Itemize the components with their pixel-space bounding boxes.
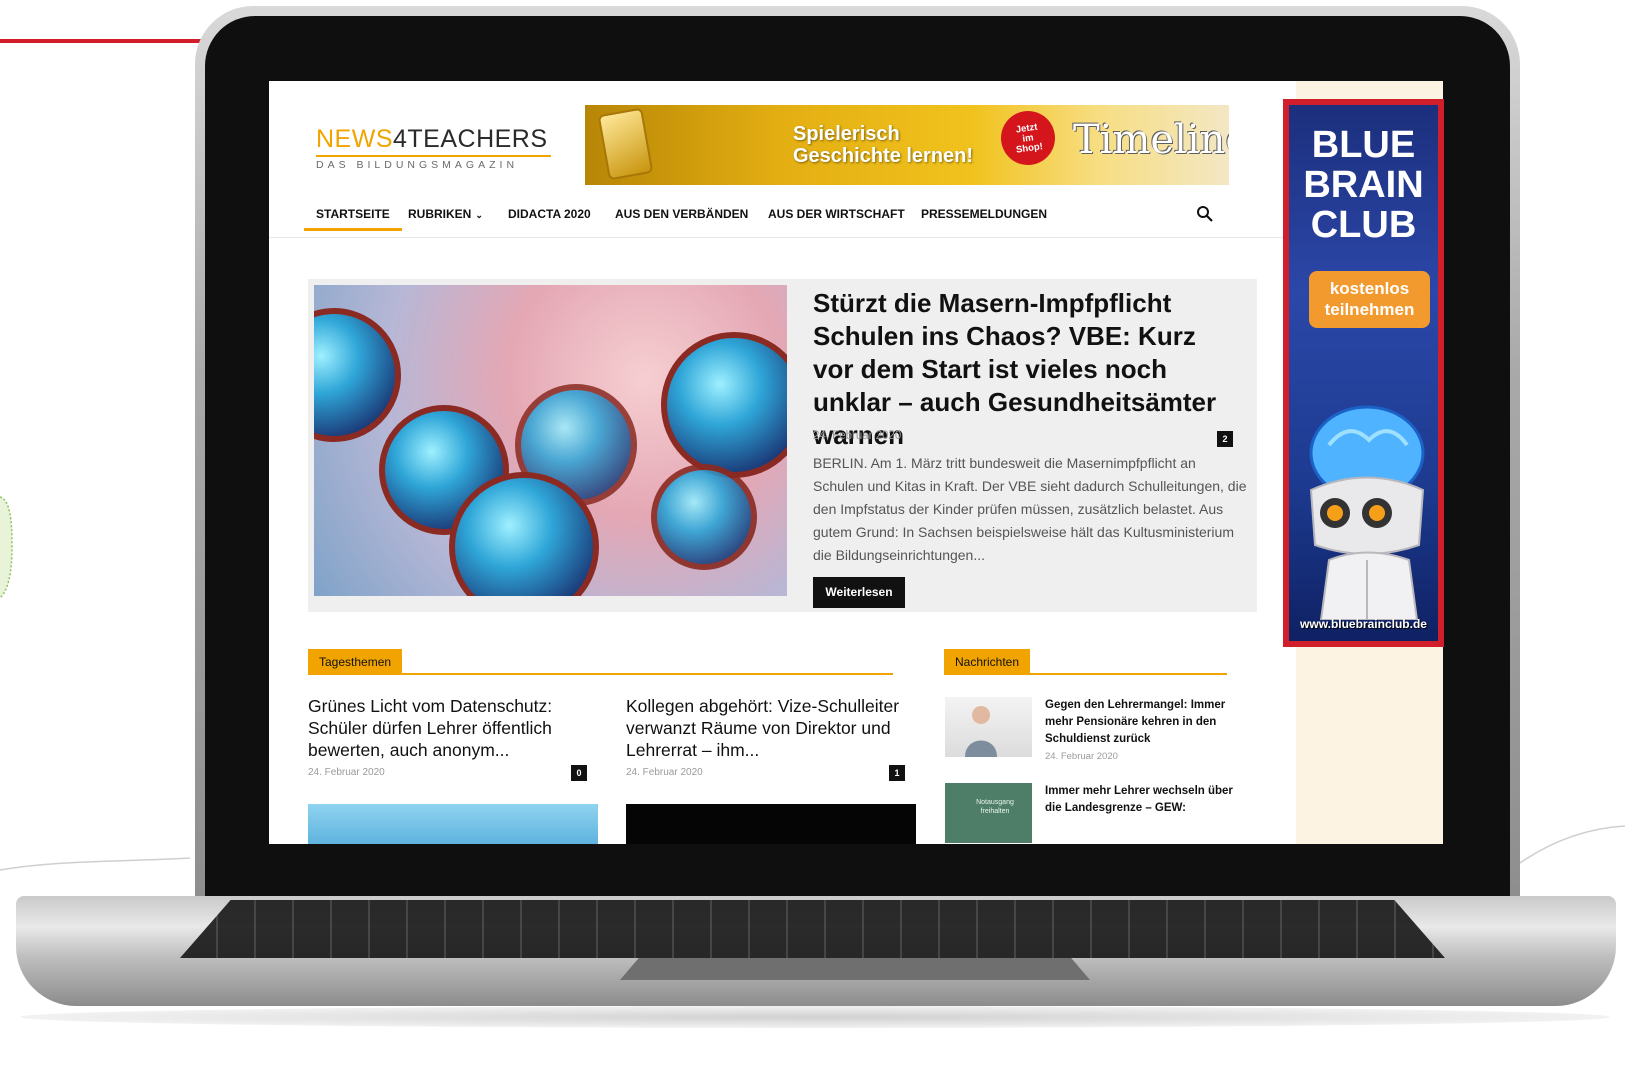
site-logo[interactable]: NEWS4TEACHERS DAS BILDUNGSMAGAZIN (316, 125, 556, 173)
person-photo (965, 706, 997, 757)
article-date: 24. Februar 2020 (626, 767, 703, 778)
news-thumbnail[interactable]: Notausgang freihalten (945, 783, 1032, 843)
news-date: 24. Februar 2020 (1045, 751, 1118, 762)
laptop-shadow (20, 1006, 1610, 1028)
nav-label-didacta: DIDACTA 2020 (508, 207, 591, 221)
section-header-tagesthemen: Tagesthemen (308, 649, 893, 675)
mockup-stage: NEWS4TEACHERS DAS BILDUNGSMAGAZIN Spiele… (0, 0, 1625, 1077)
article-thumbnail[interactable] (626, 804, 916, 844)
nav-divider (269, 237, 1296, 238)
laptop-keyboard (180, 900, 1445, 958)
side-ad-banner[interactable]: BLUE BRAIN CLUB kostenlos teilnehmen www… (1289, 105, 1438, 641)
sign-text-line1: Notausgang (976, 799, 1014, 806)
ad-title: BLUE BRAIN CLUB (1303, 124, 1424, 246)
chevron-down-icon: ⌄ (475, 210, 483, 220)
ad-cta-button[interactable]: kostenlos teilnehmen (1309, 271, 1430, 328)
featured-article[interactable]: Stürzt die Masern-Impfpflicht Schulen in… (308, 279, 1257, 612)
banner-product-image (597, 107, 654, 181)
virus-illustration (314, 308, 787, 596)
nav-item-verbaende[interactable]: AUS DEN VERBÄNDEN (615, 207, 748, 221)
section-header-nachrichten: Nachrichten (944, 649, 1227, 675)
featured-article-title[interactable]: Stürzt die Masern-Impfpflicht Schulen in… (813, 287, 1243, 452)
nav-label-wirtschaft: AUS DER WIRTSCHAFT (768, 207, 905, 221)
featured-article-image[interactable] (314, 285, 787, 596)
news-thumbnail[interactable] (945, 697, 1032, 757)
nav-item-wirtschaft[interactable]: AUS DER WIRTSCHAFT (768, 207, 905, 221)
section-label-nachrichten[interactable]: Nachrichten (944, 649, 1031, 675)
laptop-trackpad (620, 958, 1090, 980)
top-ad-banner[interactable]: Spielerisch Geschichte lernen! Jetzt im … (585, 105, 1229, 185)
laptop-screen: NEWS4TEACHERS DAS BILDUNGSMAGAZIN Spiele… (269, 81, 1443, 844)
article-card[interactable]: Grünes Licht vom Datenschutz: Schüler dü… (308, 695, 598, 781)
banner-headline-line2: Geschichte lernen! (793, 145, 974, 167)
nav-item-didacta[interactable]: DIDACTA 2020 (508, 207, 591, 221)
nav-item-rubriken[interactable]: RUBRIKEN ⌄ (408, 207, 483, 221)
nav-item-startseite[interactable]: STARTSEITE (304, 207, 402, 231)
sign-text-line2: freihalten (980, 808, 1010, 815)
read-more-button[interactable]: Weiterlesen (813, 577, 905, 608)
news-item[interactable]: Gegen den Lehrermangel: Immer mehr Pensi… (945, 697, 1235, 767)
nav-label-pressemeldungen: PRESSEMELDUNGEN (921, 207, 1048, 221)
main-navigation: STARTSEITE RUBRIKEN ⌄ DIDACTA 2020 AUS DE… (304, 195, 1236, 235)
featured-article-date: 24. Februar 2020 (813, 430, 902, 442)
featured-article-excerpt: BERLIN. Am 1. März tritt bundesweit die … (813, 455, 1247, 563)
banner-headline: Spielerisch Geschichte lernen! (793, 123, 973, 167)
news-title[interactable]: Immer mehr Lehrer wechseln über die Land… (1045, 783, 1233, 817)
logo-part-4teachers: 4TEACHERS (393, 125, 548, 153)
article-title[interactable]: Kollegen abgehört: Vize-Schulleiter verw… (626, 695, 916, 761)
article-thumbnail[interactable] (308, 804, 598, 844)
logo-part-news: NEWS (316, 125, 393, 153)
nav-label-verbaende: AUS DEN VERBÄNDEN (615, 207, 749, 221)
section-label-tagesthemen[interactable]: Tagesthemen (308, 649, 403, 675)
banner-shop-badge: Jetzt im Shop! (997, 107, 1059, 169)
article-date: 24. Februar 2020 (308, 767, 385, 778)
news-title[interactable]: Gegen den Lehrermangel: Immer mehr Pensi… (1045, 697, 1233, 748)
nav-label-rubriken: RUBRIKEN (408, 207, 472, 221)
nav-item-pressemeldungen[interactable]: PRESSEMELDUNGEN (921, 207, 1047, 221)
banner-brand-logo: Timeline (1073, 117, 1229, 163)
logo-tagline: DAS BILDUNGSMAGAZIN (316, 155, 551, 171)
robot-mascot-icon (1309, 405, 1425, 620)
comment-count-badge[interactable]: 2 (1217, 431, 1233, 447)
ad-url: www.bluebrainclub.de (1300, 617, 1427, 631)
article-title[interactable]: Grünes Licht vom Datenschutz: Schüler dü… (308, 695, 598, 761)
banner-headline-line1: Spielerisch (793, 123, 900, 145)
logo-wordmark: NEWS4TEACHERS (316, 125, 556, 154)
nav-label-startseite: STARTSEITE (316, 207, 390, 221)
comment-count-badge[interactable]: 1 (889, 765, 905, 781)
comment-count-badge[interactable]: 0 (571, 765, 587, 781)
search-icon[interactable] (1196, 205, 1214, 223)
article-card[interactable]: Kollegen abgehört: Vize-Schulleiter verw… (626, 695, 916, 781)
news-item[interactable]: Notausgang freihalten Immer mehr Lehrer … (945, 783, 1235, 843)
sign-text: Notausgang freihalten (965, 798, 1025, 816)
